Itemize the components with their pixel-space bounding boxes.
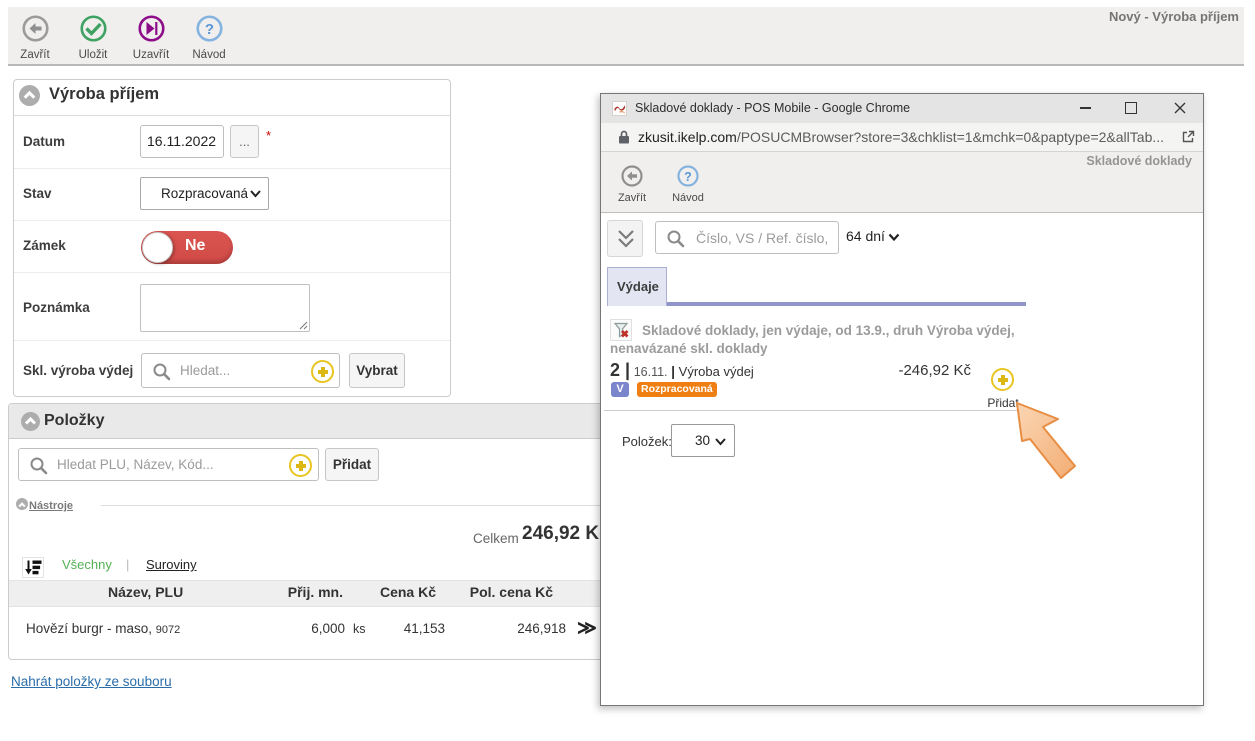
svg-text:?: ? xyxy=(204,21,213,38)
svg-text:?: ? xyxy=(684,170,692,184)
